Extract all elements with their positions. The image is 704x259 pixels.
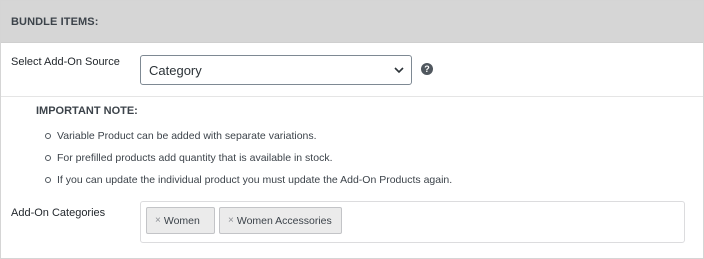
panel-title: BUNDLE ITEMS: [11,15,99,28]
bundle-items-panel: BUNDLE ITEMS: Select Add-On Source Categ… [0,0,704,259]
remove-tag-icon[interactable]: × [155,215,161,226]
note-item-text: If you can update the individual product… [57,174,453,186]
category-tag-label: Women Accessories [236,214,332,227]
add-on-source-label: Select Add-On Source [11,56,120,68]
add-on-source-select[interactable]: Category [140,55,412,85]
remove-tag-icon[interactable]: × [228,215,234,226]
add-on-source-selected-value: Category [149,62,202,78]
add-on-categories-multiselect[interactable]: × Women × Women Accessories [140,201,685,243]
bullet-icon [45,155,51,161]
note-item: If you can update the individual product… [1,169,452,191]
note-item-text: For prefilled products add quantity that… [57,152,333,164]
category-tag-women-accessories: × Women Accessories [219,207,342,234]
add-on-source-row: Select Add-On Source Category ? [1,43,703,97]
bullet-icon [45,177,51,183]
note-item-text: Variable Product can be added with separ… [57,130,317,142]
add-on-categories-label: Add-On Categories [11,207,106,219]
category-tag-women: × Women [146,207,215,234]
panel-header: BUNDLE ITEMS: [1,1,703,43]
chevron-down-icon [394,67,404,74]
important-note-heading: IMPORTANT NOTE: [36,105,138,117]
important-note-list: Variable Product can be added with separ… [1,125,452,191]
note-item: Variable Product can be added with separ… [1,125,452,147]
help-icon[interactable]: ? [421,63,433,75]
category-tag-label: Women [163,214,200,227]
note-item: For prefilled products add quantity that… [1,147,452,169]
bullet-icon [45,133,51,139]
